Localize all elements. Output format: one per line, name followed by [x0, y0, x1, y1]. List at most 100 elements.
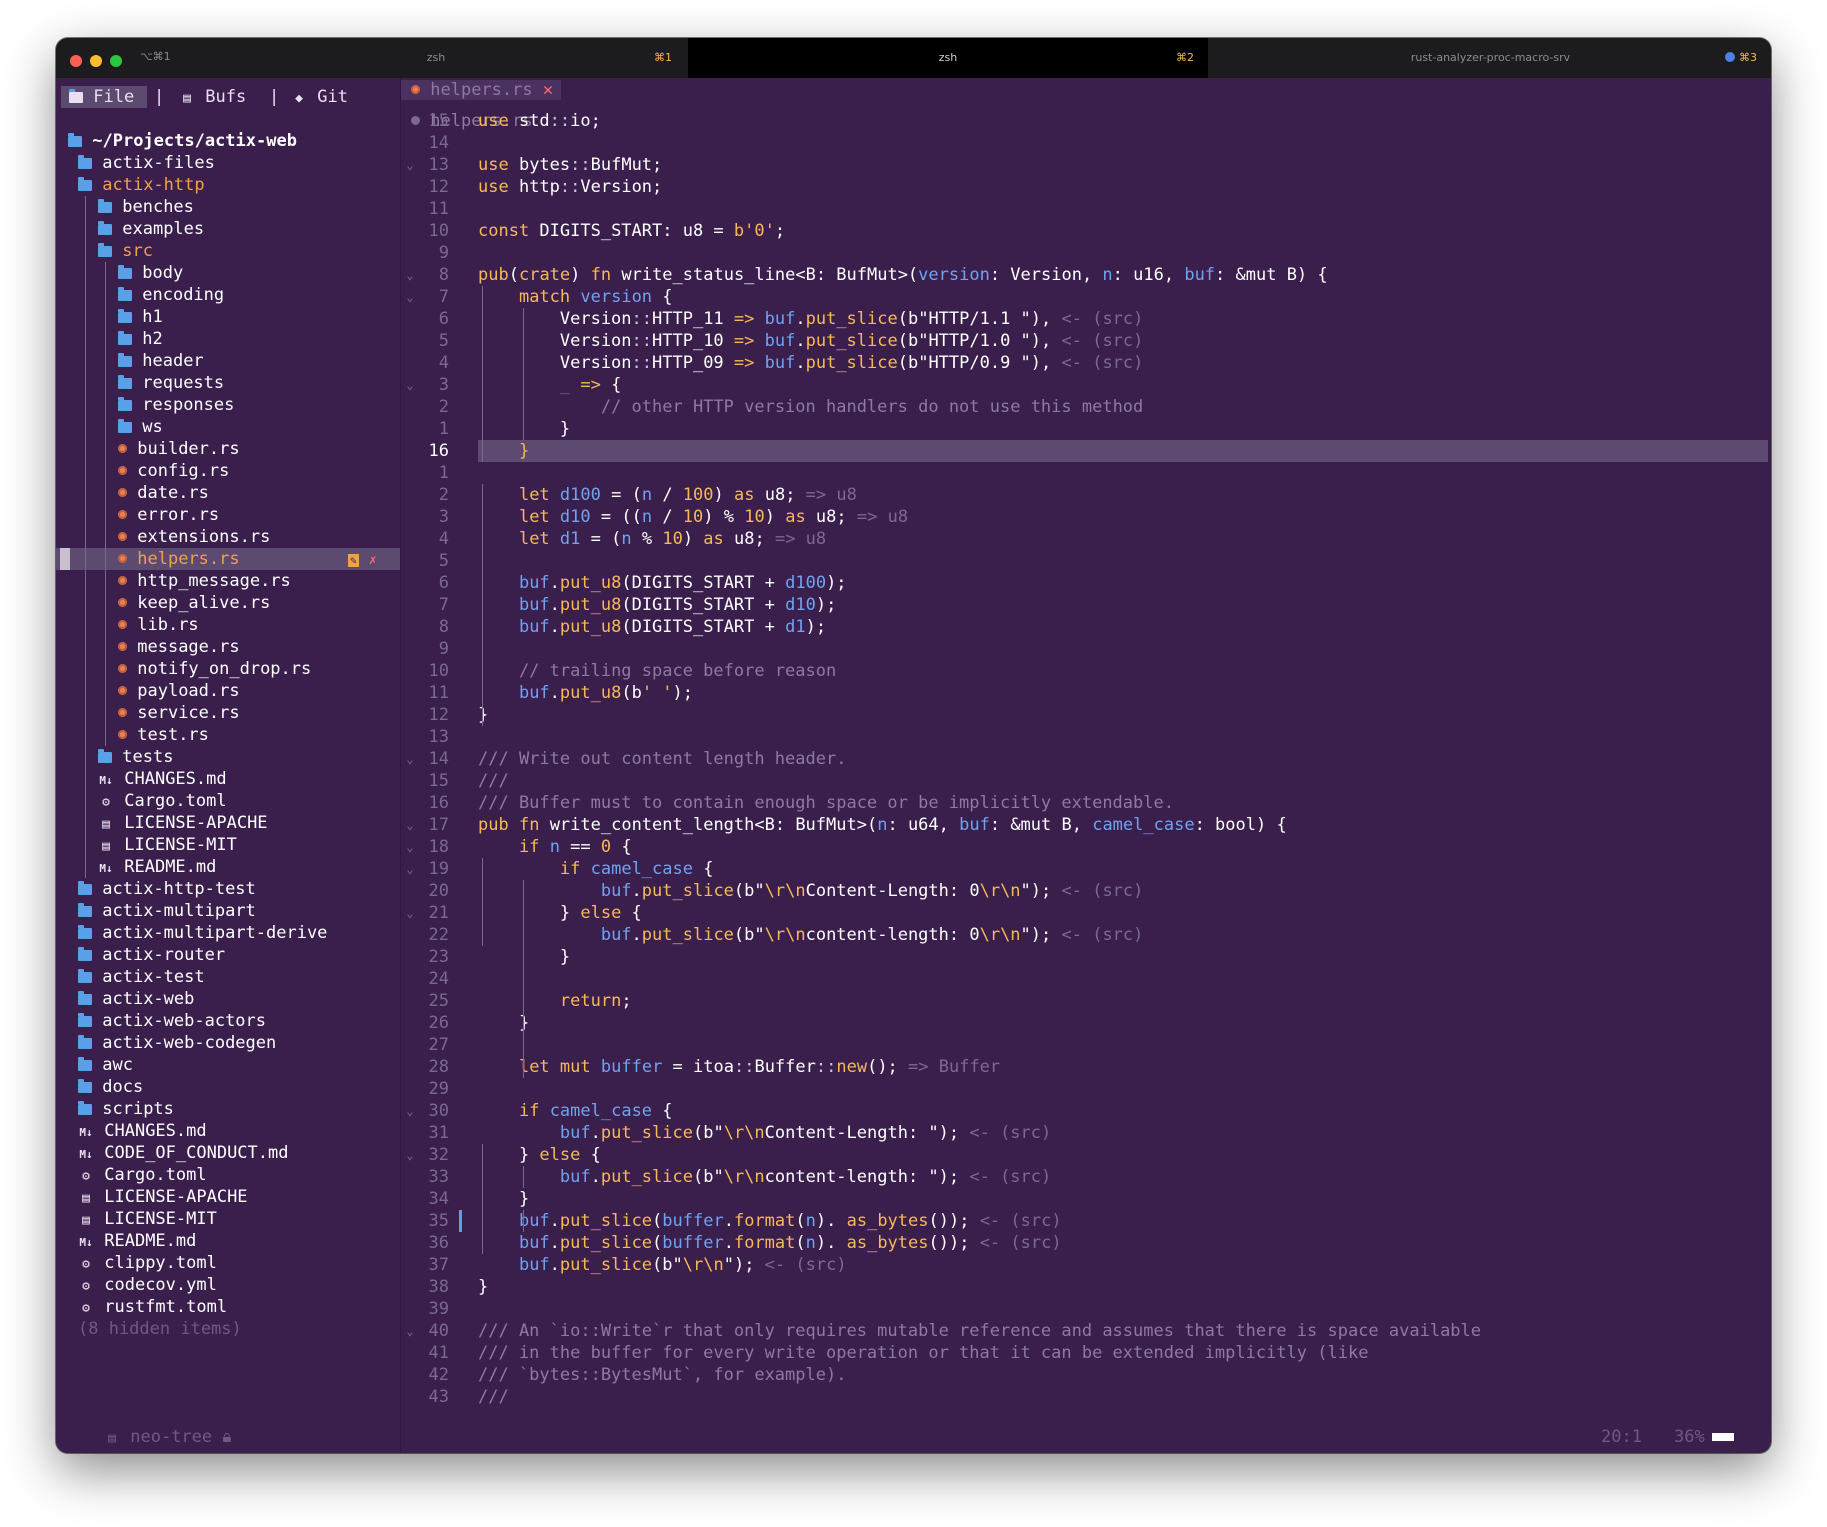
code-line[interactable]: ⌄ 3 _ => { — [401, 374, 1771, 396]
tree-root[interactable]: ~/Projects/actix-web — [56, 130, 400, 152]
code-line[interactable]: 11 buf.put_u8(b' '); — [401, 682, 1771, 704]
code-line[interactable]: 31 buf.put_slice(b"\r\nContent-Length: "… — [401, 1122, 1771, 1144]
code-line[interactable]: 42 /// `bytes::BytesMut`, for example). — [401, 1364, 1771, 1386]
code-line[interactable]: ⌄ 8 pub(crate) fn write_status_line<B: Buf… — [401, 264, 1771, 286]
code-line[interactable]: 22 buf.put_slice(b"\r\ncontent-length: 0… — [401, 924, 1771, 946]
code-line[interactable]: 6 buf.put_u8(DIGITS_START + d100); — [401, 572, 1771, 594]
tree-folder[interactable]: actix-http-test — [56, 878, 400, 900]
tree-folder[interactable]: actix-multipart — [56, 900, 400, 922]
tree-folder[interactable]: ws — [56, 416, 400, 438]
code-line[interactable]: 36 buf.put_slice(buffer.format(n). as_by… — [401, 1232, 1771, 1254]
code-line[interactable]: ⌄ 21 } else { — [401, 902, 1771, 924]
code-line[interactable]: 4 Version::HTTP_09 => buf.put_slice(b"HT… — [401, 352, 1771, 374]
tree-file[interactable]: M↓ CHANGES.md — [56, 768, 400, 790]
tree-file[interactable]: http_message.rs — [56, 570, 400, 592]
tree-file[interactable]: builder.rs — [56, 438, 400, 460]
code-line[interactable]: 14 — [401, 132, 1771, 154]
tree-folder[interactable]: requests — [56, 372, 400, 394]
tree-folder[interactable]: benches — [56, 196, 400, 218]
tree-folder[interactable]: awc — [56, 1054, 400, 1076]
tree-file[interactable]: service.rs — [56, 702, 400, 724]
tree-folder[interactable]: h2 — [56, 328, 400, 350]
code-line[interactable]: 2 let d100 = (n / 100) as u8; => u8 — [401, 484, 1771, 506]
code-line[interactable]: 9 — [401, 638, 1771, 660]
tree-folder[interactable]: actix-web-codegen — [56, 1032, 400, 1054]
code-line[interactable]: 7 buf.put_u8(DIGITS_START + d10); — [401, 594, 1771, 616]
code-line[interactable]: 8 buf.put_u8(DIGITS_START + d1); — [401, 616, 1771, 638]
code-line[interactable]: 38} — [401, 1276, 1771, 1298]
tree-file[interactable]: ⚙ Cargo.toml — [56, 790, 400, 812]
tree-folder[interactable]: actix-http — [56, 174, 400, 196]
code-line[interactable]: ⌄ 18 if n == 0 { — [401, 836, 1771, 858]
tree-folder[interactable]: examples — [56, 218, 400, 240]
code-line[interactable]: 16 /// Buffer must to contain enough spac… — [401, 792, 1771, 814]
tab-git[interactable]: ◆ Git — [291, 86, 348, 108]
tree-file[interactable]: ▤ LICENSE-APACHE — [56, 812, 400, 834]
code-line[interactable]: 5 — [401, 550, 1771, 572]
tree-file[interactable]: test.rs — [56, 724, 400, 746]
code-line[interactable]: 12 use http::Version; — [401, 176, 1771, 198]
code-line[interactable]: ⌄ 30 if camel_case { — [401, 1100, 1771, 1122]
tab-file[interactable]: File — [61, 86, 147, 108]
code-line[interactable]: 1 — [401, 462, 1771, 484]
code-line[interactable]: 41 /// in the buffer for every write oper… — [401, 1342, 1771, 1364]
tree-file[interactable]: error.rs — [56, 504, 400, 526]
code-line[interactable]: 27 — [401, 1034, 1771, 1056]
tree-file[interactable]: payload.rs — [56, 680, 400, 702]
code-line[interactable]: 25 return; — [401, 990, 1771, 1012]
tree-folder[interactable]: actix-web-actors — [56, 1010, 400, 1032]
tree-file[interactable]: helpers.rs ✎ ✗ — [56, 548, 400, 570]
tree-folder[interactable]: actix-test — [56, 966, 400, 988]
tree-file[interactable]: M↓ CHANGES.md — [56, 1120, 400, 1142]
code-line[interactable]: 1 } — [401, 418, 1771, 440]
tree-folder[interactable]: src — [56, 240, 400, 262]
tree-file[interactable]: ⚙ Cargo.toml — [56, 1164, 400, 1186]
tree-folder[interactable]: docs — [56, 1076, 400, 1098]
code-line[interactable]: ⌄ 17 pub fn write_content_length<B: BufMut… — [401, 814, 1771, 836]
code-line[interactable]: 28 let mut buffer = itoa::Buffer::new();… — [401, 1056, 1771, 1078]
tree-folder[interactable]: scripts — [56, 1098, 400, 1120]
tree-folder[interactable]: h1 — [56, 306, 400, 328]
code-line[interactable]: 16 } — [429, 440, 1768, 462]
code-line[interactable]: 3 let d10 = ((n / 10) % 10) as u8; => u8 — [401, 506, 1771, 528]
tree-folder[interactable]: actix-files — [56, 152, 400, 174]
tree-file[interactable]: lib.rs — [56, 614, 400, 636]
code-line[interactable]: 26 } — [401, 1012, 1771, 1034]
code-line[interactable]: 39 — [401, 1298, 1771, 1320]
code-line[interactable]: ⌄ 13 use bytes::BufMut; — [401, 154, 1771, 176]
code-line[interactable]: 37 buf.put_slice(b"\r\n"); <- (src) — [401, 1254, 1771, 1276]
code-line[interactable]: ⌄ 7 match version { — [401, 286, 1771, 308]
tree-file[interactable]: M↓ README.md — [56, 1230, 400, 1252]
tree-file[interactable]: config.rs — [56, 460, 400, 482]
tree-folder[interactable]: tests — [56, 746, 400, 768]
tree-folder[interactable]: actix-multipart-derive — [56, 922, 400, 944]
code-line[interactable]: ⌄ 32 } else { — [401, 1144, 1771, 1166]
tree-file[interactable]: M↓ CODE_OF_CONDUCT.md — [56, 1142, 400, 1164]
tree-folder[interactable]: actix-router — [56, 944, 400, 966]
tree-folder[interactable]: body — [56, 262, 400, 284]
code-line[interactable]: 20 buf.put_slice(b"\r\nContent-Length: 0… — [401, 880, 1771, 902]
code-line[interactable]: 6 Version::HTTP_11 => buf.put_slice(b"HT… — [401, 308, 1771, 330]
tree-file[interactable]: ▤ LICENSE-MIT — [56, 1208, 400, 1230]
code-line[interactable]: 29 — [401, 1078, 1771, 1100]
code-line[interactable]: 34 } — [401, 1188, 1771, 1210]
tree-file[interactable]: ⚙ rustfmt.toml — [56, 1296, 400, 1318]
tree-file[interactable]: extensions.rs — [56, 526, 400, 548]
tree-file[interactable]: ⚙ clippy.toml — [56, 1252, 400, 1274]
tree-file[interactable]: message.rs — [56, 636, 400, 658]
code-line[interactable]: 4 let d1 = (n % 10) as u8; => u8 — [401, 528, 1771, 550]
code-line[interactable]: 33 buf.put_slice(b"\r\ncontent-length: "… — [401, 1166, 1771, 1188]
code-line[interactable]: 23 } — [401, 946, 1771, 968]
code-line[interactable]: ⌄ 19 if camel_case { — [401, 858, 1771, 880]
code-line[interactable]: 9 — [401, 242, 1771, 264]
tree-file[interactable]: ▤ LICENSE-APACHE — [56, 1186, 400, 1208]
code-line[interactable]: 11 — [401, 198, 1771, 220]
tree-file[interactable]: ▤ LICENSE-MIT — [56, 834, 400, 856]
tree-file[interactable]: notify_on_drop.rs — [56, 658, 400, 680]
code-line[interactable]: ⌄ 14/// Write out content length header. — [401, 748, 1771, 770]
code-line[interactable]: 43 /// — [401, 1386, 1771, 1408]
tree-folder[interactable]: header — [56, 350, 400, 372]
tree-file[interactable]: ⚙ codecov.yml — [56, 1274, 400, 1296]
tree-file[interactable]: date.rs — [56, 482, 400, 504]
code-line[interactable]: 2 // other HTTP version handlers do not … — [401, 396, 1771, 418]
